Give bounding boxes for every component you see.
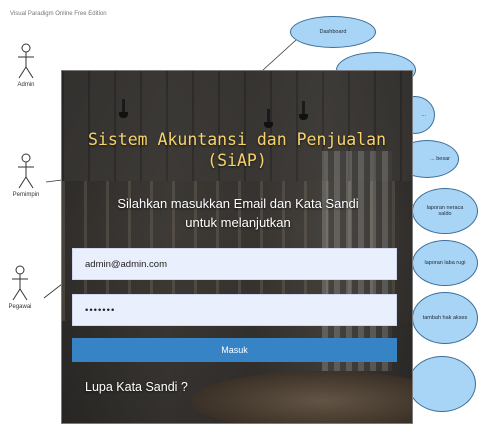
login-modal: Sistem Akuntansi dan Penjualan (SiAP) Si… <box>61 70 413 424</box>
actor-pemimpin: Pemimpin <box>6 153 46 198</box>
stick-figure-icon <box>12 265 28 301</box>
use-case-dashboard: Dashboard <box>290 16 376 48</box>
use-case-laporan-laba-rugi: laporan laba rugi <box>412 240 478 286</box>
actor-label: Pemimpin <box>12 192 40 198</box>
actor-admin: Admin <box>6 43 46 88</box>
actor-label: Pegawai <box>8 304 32 310</box>
background-photo-table <box>192 371 412 423</box>
lamp-icon <box>299 101 308 120</box>
forgot-password-link[interactable]: Lupa Kata Sandi ? <box>85 380 188 394</box>
use-case-laporan-neraca-saldo: laporan neraca saldo <box>412 188 478 234</box>
app-title: Sistem Akuntansi dan Penjualan (SiAP) <box>62 129 412 171</box>
use-case <box>408 356 476 412</box>
login-button[interactable]: Masuk <box>72 338 397 362</box>
app-title-line1: Sistem Akuntansi dan Penjualan <box>87 130 386 149</box>
actor-label: Admin <box>17 82 35 88</box>
login-instructions-line1: Silahkan masukkan Email dan Kata Sandi <box>117 196 359 211</box>
lamp-icon <box>264 109 273 128</box>
email-field[interactable] <box>72 248 397 280</box>
login-instructions-line2: untuk melanjutkan <box>185 215 291 230</box>
actor-pegawai: Pegawai <box>0 265 40 310</box>
login-instructions: Silahkan masukkan Email dan Kata Sandi u… <box>82 194 394 232</box>
app-title-line2: (SiAP) <box>207 151 267 170</box>
stick-figure-icon <box>18 43 34 79</box>
use-case-tambah-hak-akses: tambah hak akses <box>412 292 478 344</box>
password-field[interactable] <box>72 294 397 326</box>
lamp-icon <box>119 99 128 118</box>
stick-figure-icon <box>18 153 34 189</box>
